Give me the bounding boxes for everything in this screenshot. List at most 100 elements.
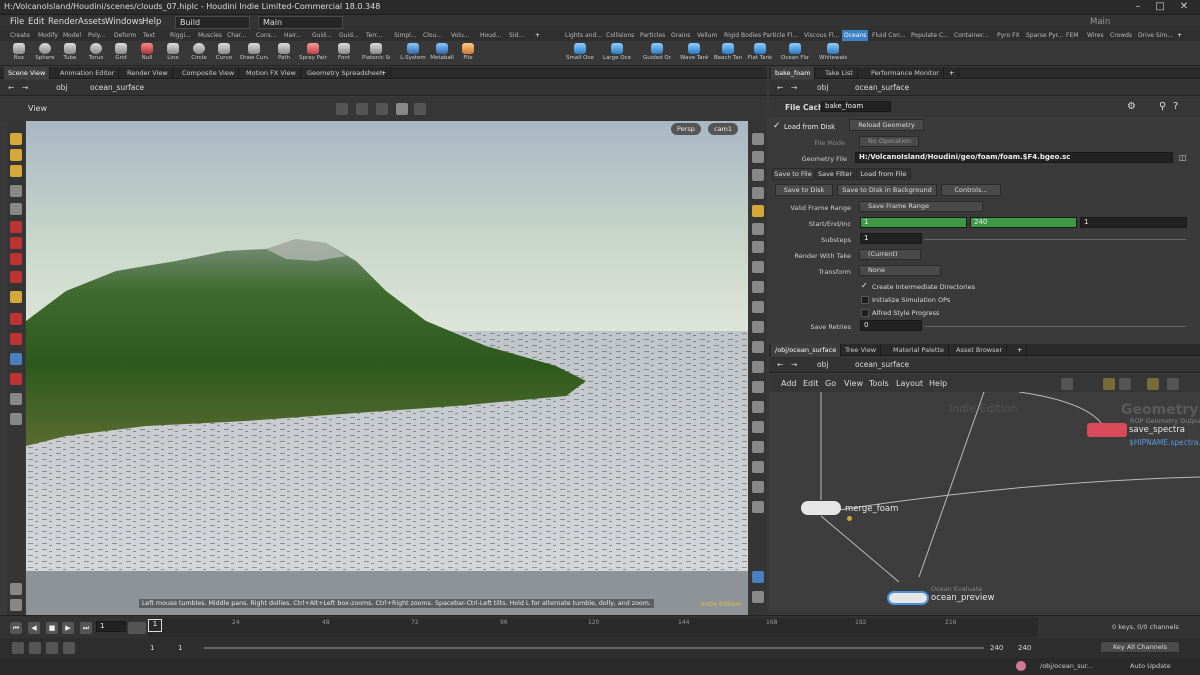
shelf-tab[interactable]: Cons... [254,30,279,41]
last-frame-icon[interactable]: ⏭ [80,622,92,634]
display-icon[interactable] [752,421,764,433]
checkmark-icon[interactable]: ✓ [861,281,868,290]
snap-icon[interactable] [336,103,348,115]
tool-guided-ocean[interactable]: Guided Ocean Layer [643,42,671,65]
tab-material-palette[interactable]: Material Palette [889,344,949,356]
tool-sphere[interactable]: Sphere [31,42,59,65]
audio-icon[interactable] [29,642,41,654]
add-tab-icon[interactable]: + [377,67,392,79]
shelf-tab[interactable]: Rigid Bodies [722,30,763,41]
camera-icon[interactable] [10,393,22,405]
display-icon[interactable] [752,169,764,181]
display-icon[interactable] [752,401,764,413]
shelf-tab[interactable]: Container... [952,30,991,41]
shelf-tab[interactable]: Simpl... [392,30,419,41]
tab-load-from-file[interactable]: Load from File [856,168,911,180]
add-shelf-icon[interactable]: + [533,30,542,41]
next-key-icon[interactable] [134,622,146,634]
shelf-tab[interactable]: Text [141,30,157,41]
substeps-field[interactable]: 1 [860,233,922,244]
scene-viewport[interactable]: Persp cam1 Left mouse tumbles. Middle pa… [26,121,748,615]
tool-l-system[interactable]: L-System [399,42,427,65]
close-icon[interactable]: ✕ [1174,1,1194,13]
handle-icon[interactable] [10,253,22,265]
shelf-tab[interactable]: Terr... [364,30,384,41]
tool-torus[interactable]: Torus [82,42,110,65]
shelf-tab[interactable]: Collisions [604,30,636,41]
menu-file[interactable]: File [10,17,24,27]
light-icon[interactable] [10,413,22,425]
shelf-tab[interactable]: Riggi... [168,30,193,41]
shelf-tab[interactable]: Poly... [86,30,107,41]
save-to-disk-background-button[interactable]: Save to Disk in Background [837,184,937,196]
geometry-file-field[interactable]: H:/VolcanoIsland/Houdini/geo/foam/foam.$… [855,152,1173,163]
search-icon[interactable]: ⚲ [1159,101,1166,112]
current-frame-field[interactable]: 1 [96,621,126,632]
shelf-tab[interactable]: Guid... [337,30,361,41]
tool-beach-tank[interactable]: Beach Tank [714,42,742,65]
menu-edit[interactable]: Edit [28,17,44,27]
shelf-tab[interactable]: Crowds [1108,30,1134,41]
tool-file[interactable]: File [454,42,482,65]
init-sim-checkbox[interactable] [861,296,869,304]
list-icon[interactable] [1061,378,1073,390]
tab-asset-browser[interactable]: Asset Browser [952,344,1008,356]
main-desktop-right[interactable]: Main [1090,17,1110,27]
tab-network[interactable]: /obj/ocean_surface [771,344,842,356]
persp-menu[interactable]: Persp [671,123,701,135]
pin-icon[interactable] [10,583,22,595]
display-icon[interactable] [752,591,764,603]
display-icon[interactable] [752,481,764,493]
tab-composite-view[interactable]: Composite View [178,67,240,79]
display-icon[interactable] [752,381,764,393]
file-chooser-icon[interactable]: ◫ [1179,153,1187,162]
path-root[interactable]: obj [817,82,828,94]
shelf-tab[interactable]: Viscous Fl... [802,30,841,41]
back-icon[interactable]: ← [777,359,783,371]
network-menu-tools[interactable]: Tools [869,379,889,388]
network-menu-go[interactable]: Go [825,379,836,388]
tab-motion-fx-view[interactable]: Motion FX View [242,67,301,79]
stop-icon[interactable]: ■ [46,622,58,634]
playhead[interactable]: 1 [148,619,162,632]
tab-take-list[interactable]: Take List [821,67,858,79]
rotate-icon[interactable] [10,221,22,233]
range-end[interactable]: 240 [990,644,1003,652]
select-icon[interactable] [10,133,22,145]
display-icon[interactable] [752,501,764,513]
shelf-tab[interactable]: FEM [1064,30,1080,41]
update-mode[interactable]: Auto Update [1130,662,1171,670]
grid-icon[interactable] [1147,378,1159,390]
timeline-ruler[interactable]: 1 24 48 72 96 120 144 168 192 216 [148,618,1038,637]
settings-icon[interactable] [63,642,75,654]
controls-button[interactable]: Controls... [941,184,1001,196]
maximize-icon[interactable]: □ [1150,1,1170,13]
camera-menu[interactable]: cam1 [708,123,739,135]
end-frame-field[interactable]: 240 [970,217,1077,228]
shelf-tab[interactable]: Model [61,30,83,41]
shelf-tab[interactable]: Fluid Con... [870,30,908,41]
tool-font[interactable]: Font [330,42,358,65]
realtime-icon[interactable] [12,642,24,654]
move-icon[interactable] [10,185,22,197]
first-frame-icon[interactable]: ⏮ [10,622,22,634]
tab-bake-foam[interactable]: bake_foam [771,67,816,79]
tab-performance-monitor[interactable]: Performance Monitor [867,67,944,79]
paint-icon[interactable] [10,291,22,303]
lock-icon[interactable] [10,203,22,215]
shelf-tab-oceans[interactable]: Oceans [842,30,869,41]
tool-metaball[interactable]: Metaball [428,42,456,65]
tab-geometry-spreadsheet[interactable]: Geometry Spreadsheet [303,67,388,79]
network-menu-add[interactable]: Add [781,379,797,388]
snap-icon[interactable] [10,373,22,385]
shelf-tab[interactable]: Muscles [196,30,224,41]
shelf-tab[interactable]: Houd... [478,30,504,41]
play-reverse-icon[interactable]: ◀ [28,622,40,634]
tool-grid[interactable]: Grid [107,42,135,65]
snap-icon[interactable] [356,103,368,115]
back-icon[interactable]: ← [8,82,14,94]
display-icon[interactable] [752,187,764,199]
settings-icon[interactable] [10,599,22,611]
network-menu-help[interactable]: Help [929,379,947,388]
shelf-tab[interactable]: Particles [638,30,667,41]
